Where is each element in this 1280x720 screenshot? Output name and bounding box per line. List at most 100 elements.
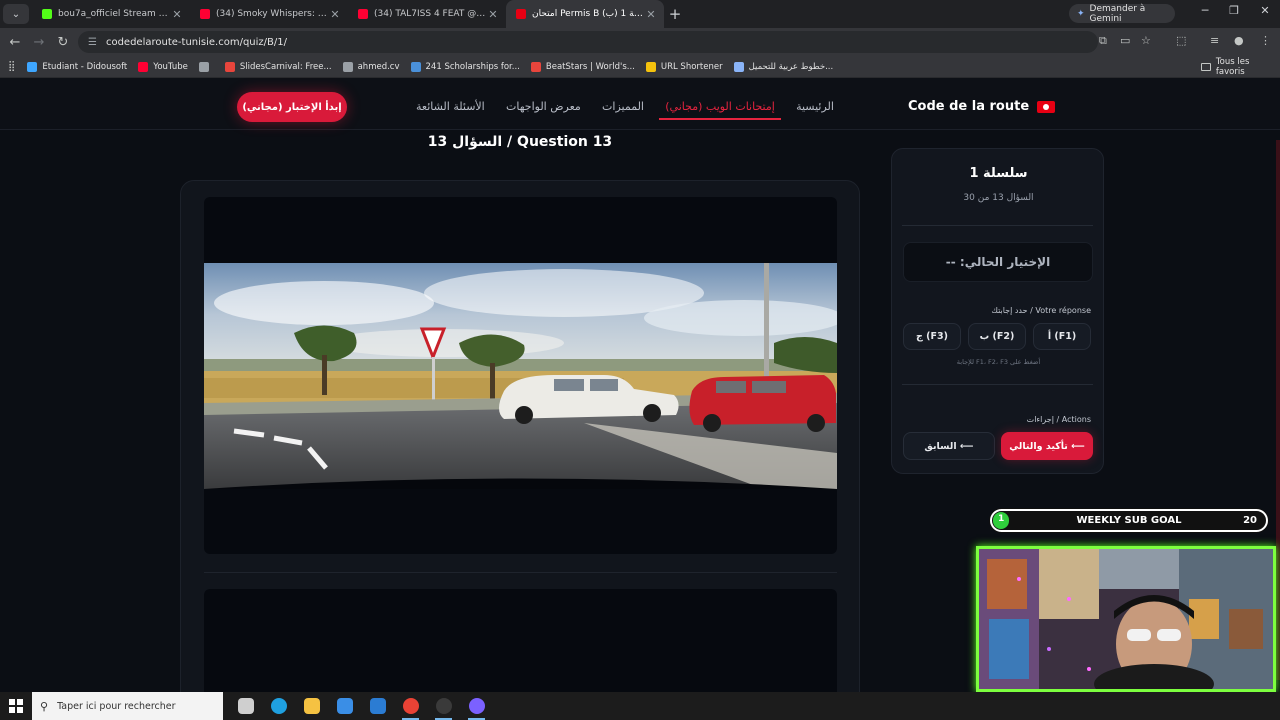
previous-button[interactable]: السابق ⟵: [903, 432, 995, 460]
close-tab-icon[interactable]: ✕: [170, 8, 184, 21]
actions-label: إجراءات / Actions: [1026, 415, 1091, 424]
nav-item[interactable]: الأسئلة الشائعة: [410, 100, 491, 113]
new-tab-button[interactable]: +: [664, 5, 686, 23]
gemini-label: Demander à Gemini: [1089, 3, 1146, 24]
bookmarks-bar: ⣿ Etudiant - Didousoft YouTube SlidesCar…: [0, 56, 1280, 78]
bookmark-favicon-icon: [27, 61, 38, 72]
taskbar-search-placeholder: Taper ici pour rechercher: [57, 700, 176, 712]
bookmark-item[interactable]: SlidesCarnival: Free...: [224, 61, 332, 72]
bookmark-item[interactable]: URL Shortener: [645, 61, 723, 72]
question-media: [204, 197, 837, 554]
address-bar[interactable]: ☰ codedelaroute-tunisie.com/quiz/B/1/: [78, 31, 1098, 53]
webcam-overlay: [976, 546, 1276, 692]
site-header: إبدأ الإختبار (مجاني) الأسئلة الشائعة معر…: [0, 78, 1280, 130]
tab-title: (34) TAL7ISS 4 FEAT @Dahmac: [374, 9, 486, 19]
outlook-icon: [369, 698, 386, 714]
extensions-icon[interactable]: ⬚: [1176, 34, 1186, 47]
taskbar-app-store[interactable]: [328, 692, 361, 720]
current-choice: الإختيار الحالي: --: [903, 242, 1093, 282]
answer-panel: سلسلة 1 السؤال 13 من 30 الإختيار الحالي:…: [891, 148, 1104, 474]
profile-avatar-icon[interactable]: ●: [1234, 34, 1244, 47]
bookmark-favicon-icon: [530, 61, 541, 72]
browser-tab[interactable]: (34) Smoky Whispers: A Lat ✕: [190, 0, 348, 28]
tab-favicon-icon: [516, 9, 526, 19]
bookmark-item[interactable]: 241 Scholarships for...: [410, 61, 520, 72]
content-divider: [204, 572, 837, 573]
browser-tab[interactable]: (34) TAL7ISS 4 FEAT @Dahmac ✕: [348, 0, 506, 28]
answer-a-button[interactable]: أ (F1): [1033, 323, 1091, 350]
tab-search-button[interactable]: ⌄: [3, 4, 29, 24]
menu-kebab-icon[interactable]: ⋮: [1260, 34, 1271, 47]
taskbar-app-task-view[interactable]: [229, 692, 262, 720]
gemini-button[interactable]: ✦ Demander à Gemini: [1069, 3, 1175, 24]
bookmark-label: SlidesCarnival: Free...: [239, 61, 332, 72]
nav-item[interactable]: الرئيسية: [790, 100, 840, 113]
file-explorer-icon: [303, 698, 320, 714]
forward-arrow-icon[interactable]: →: [27, 35, 51, 50]
discord-icon: [468, 698, 485, 714]
obs-icon: [435, 698, 452, 714]
close-window-button[interactable]: ✕: [1250, 4, 1280, 17]
keyboard-hint: أضغط على F1، F2، F3 للإجابة: [956, 358, 1041, 366]
all-bookmarks[interactable]: Tous les favoris: [1201, 57, 1280, 77]
taskbar-search[interactable]: ⚲ Taper ici pour rechercher: [32, 692, 223, 720]
media-controls-icon[interactable]: ≡: [1210, 34, 1219, 47]
tab-title: (34) Smoky Whispers: A Lat: [216, 9, 328, 19]
tab-favicon-icon: [200, 9, 210, 19]
apps-grid-icon[interactable]: ⣿: [8, 61, 15, 72]
start-test-button[interactable]: إبدأ الإختبار (مجاني): [237, 92, 347, 122]
close-tab-icon[interactable]: ✕: [486, 8, 500, 21]
bookmark-favicon-icon: [410, 61, 421, 72]
start-button[interactable]: [0, 692, 32, 720]
bookmark-favicon-icon: [342, 61, 353, 72]
taskbar-app-discord[interactable]: [460, 692, 493, 720]
bookmark-item[interactable]: Etudiant - Didousoft: [27, 61, 127, 72]
close-tab-icon[interactable]: ✕: [328, 8, 342, 21]
question-photo: [204, 263, 837, 489]
nav-item[interactable]: معرض الواجهات: [500, 100, 587, 113]
site-info-icon[interactable]: ☰: [88, 37, 97, 48]
answer-c-button[interactable]: ج (F3): [903, 323, 961, 350]
site-brand[interactable]: Code de la route: [908, 99, 1056, 114]
bookmark-favicon-icon: [198, 61, 209, 72]
reload-icon[interactable]: ↻: [51, 35, 75, 50]
restore-button[interactable]: ❐: [1219, 4, 1249, 17]
question-progress: السؤال 13 من 30: [963, 193, 1034, 203]
taskbar-app-outlook[interactable]: [361, 692, 394, 720]
taskbar-app-obs[interactable]: [427, 692, 460, 720]
tab-title: امتحان Permis B (ب) سلسلة 1 –: [532, 9, 644, 19]
bookmark-item[interactable]: YouTube: [138, 61, 188, 72]
taskbar-app-file-explorer[interactable]: [295, 692, 328, 720]
translate-icon[interactable]: ⧉: [1099, 34, 1107, 48]
brand-name: Code de la route: [908, 99, 1030, 114]
edge-icon: [270, 698, 287, 714]
bookmark-star-icon[interactable]: ☆: [1141, 34, 1151, 47]
windows-taskbar: ⚲ Taper ici pour rechercher: [0, 692, 1280, 720]
tab-favicon-icon: [358, 9, 368, 19]
minimize-button[interactable]: ─: [1190, 4, 1220, 17]
question-title: السؤال 13 / Question 13: [427, 134, 613, 150]
bookmark-item[interactable]: [198, 61, 214, 72]
bookmark-label: URL Shortener: [660, 61, 723, 72]
back-arrow-icon[interactable]: ←: [3, 35, 27, 50]
cast-icon[interactable]: ▭: [1120, 34, 1130, 47]
main-nav: الأسئلة الشائعة معرض الواجهات المميزات إمتح…: [410, 100, 840, 120]
bookmark-item[interactable]: ahmed.cv: [342, 61, 400, 72]
bookmark-item[interactable]: خطوط عربية للتحميل...: [733, 61, 833, 72]
task-view-icon: [237, 698, 254, 714]
bookmark-item[interactable]: BeatStars | World's...: [530, 61, 635, 72]
taskbar-app-edge[interactable]: [262, 692, 295, 720]
bookmark-label: ahmed.cv: [357, 61, 400, 72]
series-title: سلسلة 1: [969, 166, 1028, 181]
browser-tab[interactable]: امتحان Permis B (ب) سلسلة 1 – ✕: [506, 0, 664, 28]
taskbar-app-chrome[interactable]: [394, 692, 427, 720]
browser-tab[interactable]: bou7a_officiel Stream - Watch ✕: [32, 0, 190, 28]
sub-goal-max: 20: [1243, 515, 1257, 526]
bookmark-favicon-icon: [224, 61, 235, 72]
close-tab-icon[interactable]: ✕: [644, 8, 658, 21]
browser-toolbar: ← → ↻ ☰ codedelaroute-tunisie.com/quiz/B…: [0, 28, 1280, 56]
confirm-next-button[interactable]: تأكيد والتالي ⟵: [1001, 432, 1093, 460]
nav-item[interactable]: المميزات: [596, 100, 650, 113]
nav-item[interactable]: إمتحانات الويب (مجاني): [659, 100, 781, 120]
answer-b-button[interactable]: ب (F2): [968, 323, 1026, 350]
